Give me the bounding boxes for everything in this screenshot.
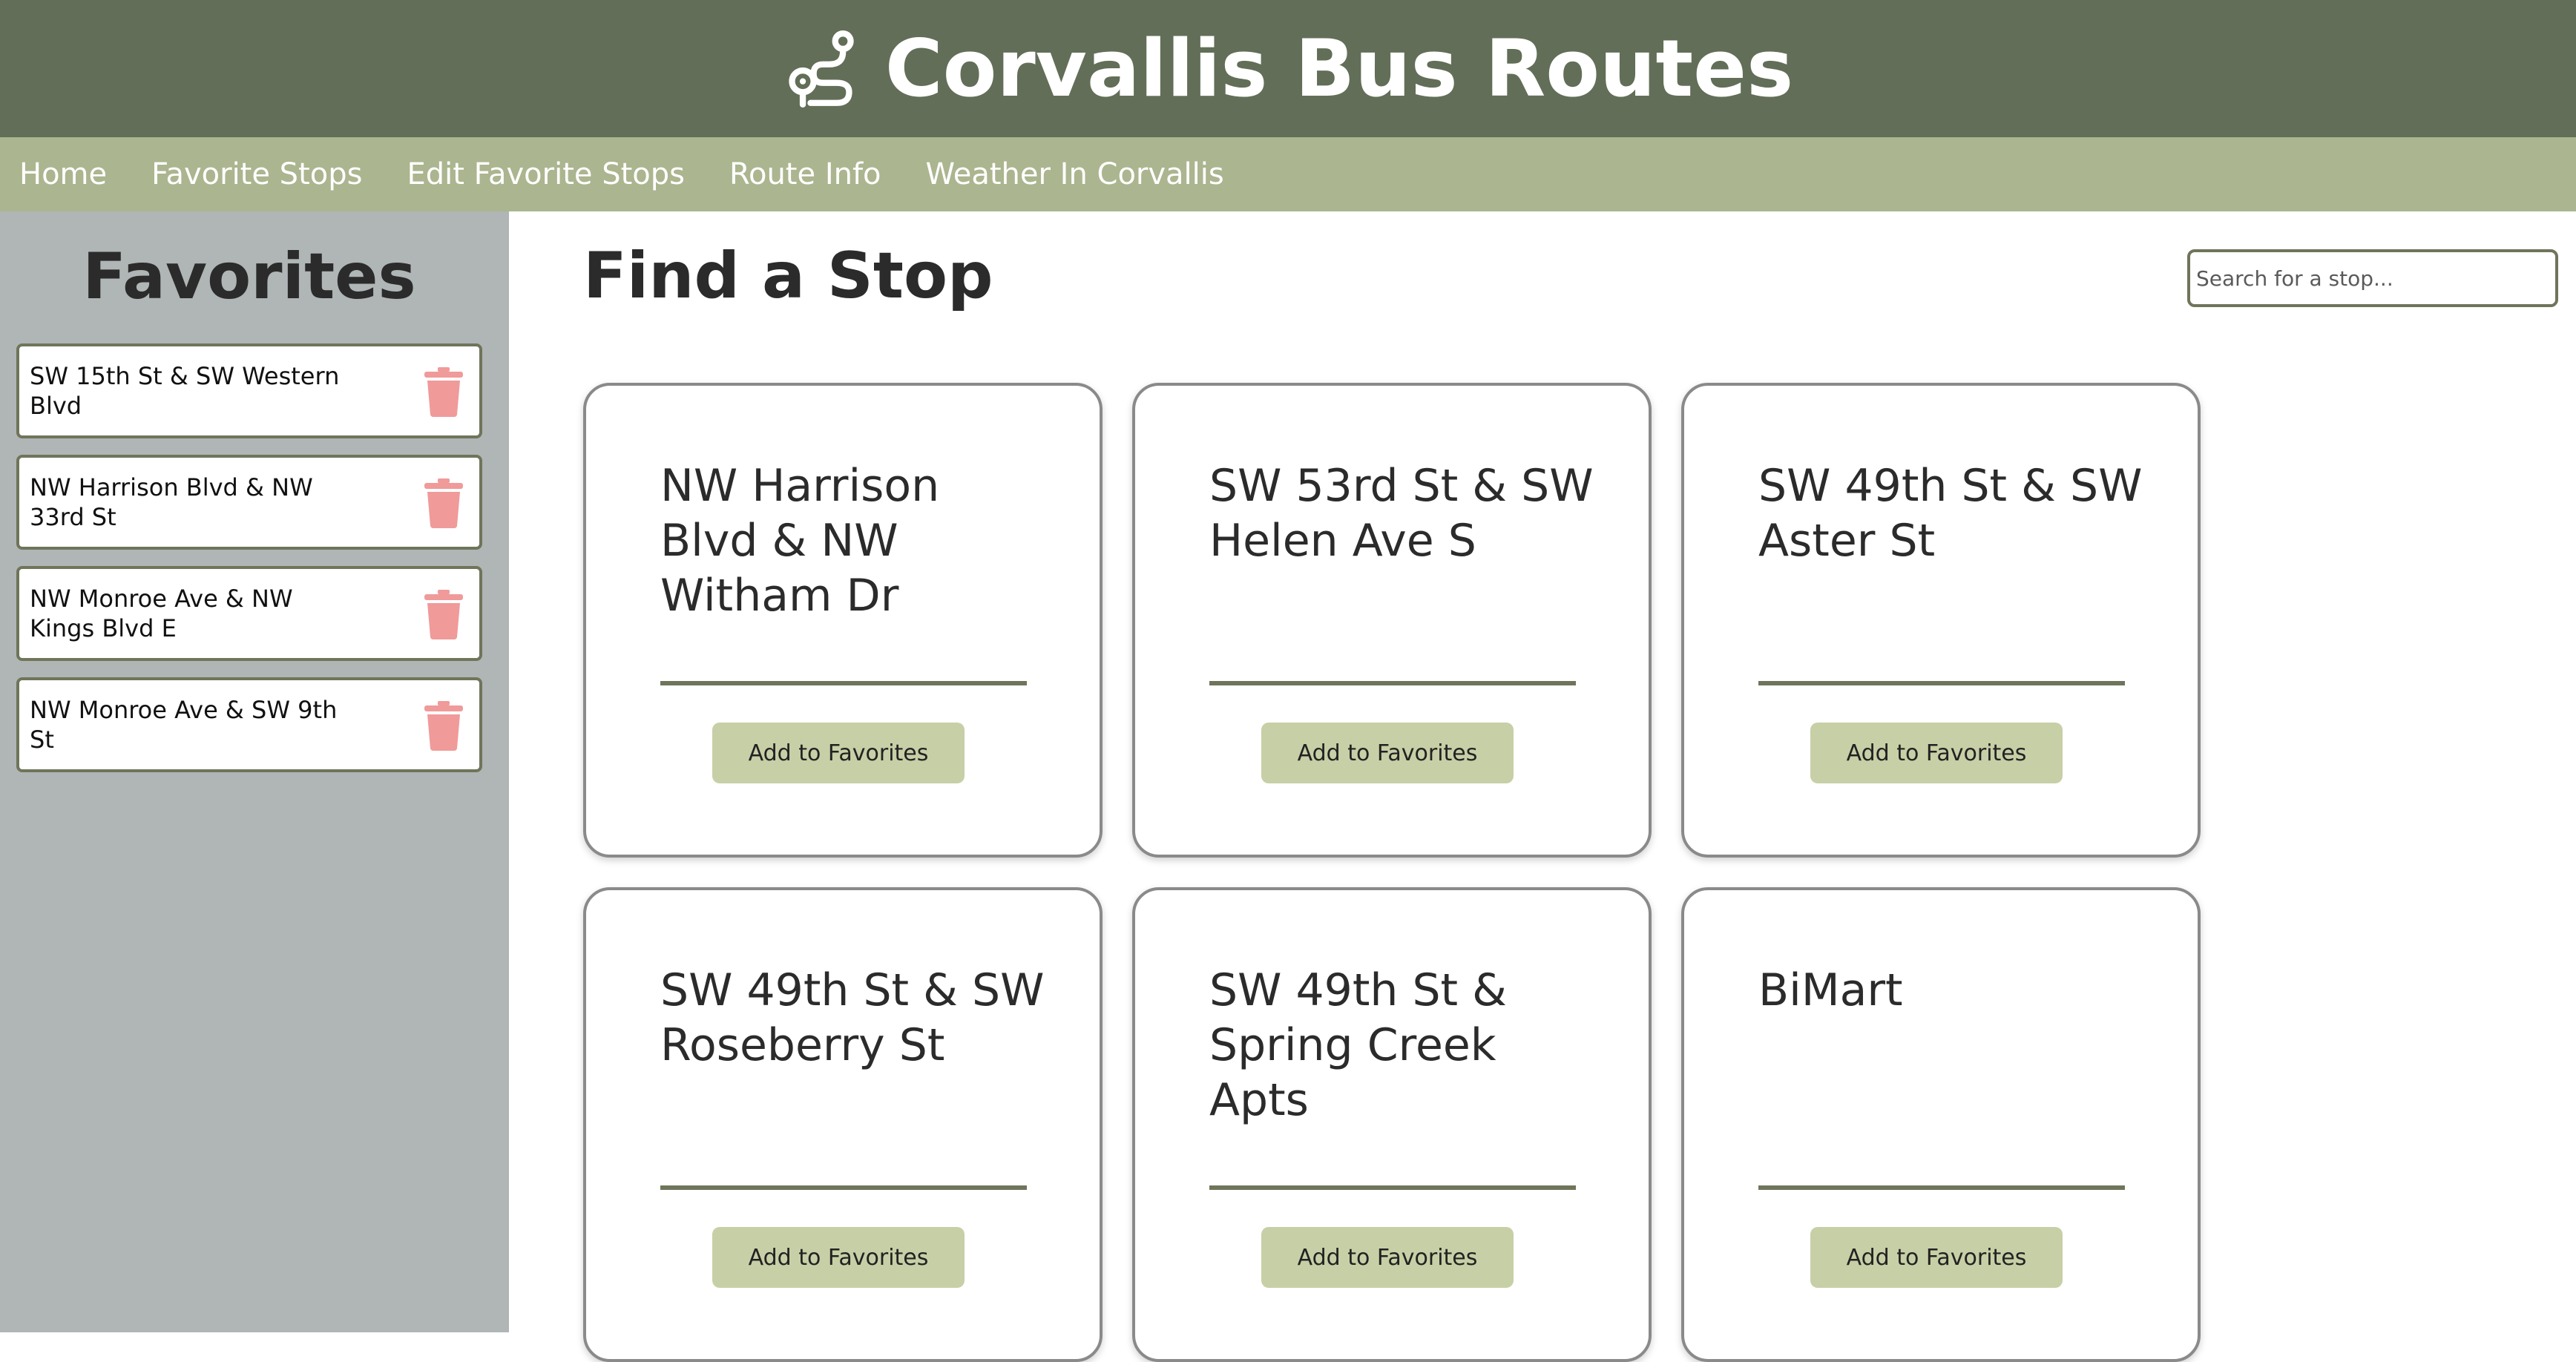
stop-name: SW 53rd St & SW Helen Ave S <box>1209 460 1594 567</box>
card-divider <box>660 681 1027 685</box>
site-header: Corvallis Bus Routes <box>0 0 2576 137</box>
favorite-item-label: SW 15th St & SW Western Blvd <box>30 362 340 420</box>
card-divider <box>1758 1185 2125 1190</box>
stop-card: SW 49th St & Spring Creek Apts Add to Fa… <box>1132 887 1652 1362</box>
add-to-favorites-button[interactable]: Add to Favorites <box>1261 1227 1514 1288</box>
page-title: Find a Stop <box>583 239 993 313</box>
nav-weather[interactable]: Weather In Corvallis <box>926 157 1224 191</box>
header-brand: Corvallis Bus Routes <box>783 23 1793 114</box>
stop-name: SW 49th St & SW Aster St <box>1758 460 2143 567</box>
favorites-title: Favorites <box>82 240 416 314</box>
add-to-favorites-button[interactable]: Add to Favorites <box>1810 723 2063 783</box>
stop-card: SW 53rd St & SW Helen Ave S Add to Favor… <box>1132 383 1652 858</box>
search-input[interactable] <box>2187 249 2558 307</box>
favorite-item-label: NW Harrison Blvd & NW 33rd St <box>30 473 313 531</box>
add-to-favorites-button[interactable]: Add to Favorites <box>712 723 965 783</box>
route-icon <box>789 30 854 108</box>
nav-route-info[interactable]: Route Info <box>729 157 881 191</box>
trash-icon[interactable] <box>421 477 466 529</box>
favorite-item: NW Monroe Ave & SW 9th St <box>16 677 482 772</box>
add-to-favorites-button[interactable]: Add to Favorites <box>1261 723 1514 783</box>
trash-icon[interactable] <box>421 588 466 640</box>
favorites-sidebar: Favorites SW 15th St & SW Western Blvd N… <box>0 211 509 1332</box>
nav-edit-favorite-stops[interactable]: Edit Favorite Stops <box>407 157 685 191</box>
stop-card: SW 49th St & SW Aster St Add to Favorite… <box>1681 383 2201 858</box>
stop-name: NW Harrison Blvd & NW Witham Dr <box>660 460 940 622</box>
stop-card: BiMart Add to Favorites <box>1681 887 2201 1362</box>
card-divider <box>1209 1185 1576 1190</box>
favorite-item-label: NW Monroe Ave & SW 9th St <box>30 696 338 754</box>
add-to-favorites-button[interactable]: Add to Favorites <box>712 1227 965 1288</box>
add-to-favorites-button[interactable]: Add to Favorites <box>1810 1227 2063 1288</box>
site-title: Corvallis Bus Routes <box>884 23 1794 114</box>
favorite-item-label: NW Monroe Ave & NW Kings Blvd E <box>30 585 293 642</box>
card-divider <box>660 1185 1027 1190</box>
stop-name: SW 49th St & SW Roseberry St <box>660 964 1045 1071</box>
favorite-item: SW 15th St & SW Western Blvd <box>16 343 482 438</box>
stop-card: SW 49th St & SW Roseberry St Add to Favo… <box>583 887 1103 1362</box>
nav-home[interactable]: Home <box>19 157 107 191</box>
trash-icon[interactable] <box>421 700 466 751</box>
main-nav: Home Favorite Stops Edit Favorite Stops … <box>0 137 2576 211</box>
card-divider <box>1758 681 2125 685</box>
favorite-item: NW Monroe Ave & NW Kings Blvd E <box>16 566 482 661</box>
nav-favorite-stops[interactable]: Favorite Stops <box>151 157 362 191</box>
stop-name: SW 49th St & Spring Creek Apts <box>1209 964 1507 1126</box>
card-divider <box>1209 681 1576 685</box>
stop-name: BiMart <box>1758 964 1903 1016</box>
stop-card: NW Harrison Blvd & NW Witham Dr Add to F… <box>583 383 1103 858</box>
favorite-item: NW Harrison Blvd & NW 33rd St <box>16 455 482 550</box>
trash-icon[interactable] <box>421 366 466 418</box>
